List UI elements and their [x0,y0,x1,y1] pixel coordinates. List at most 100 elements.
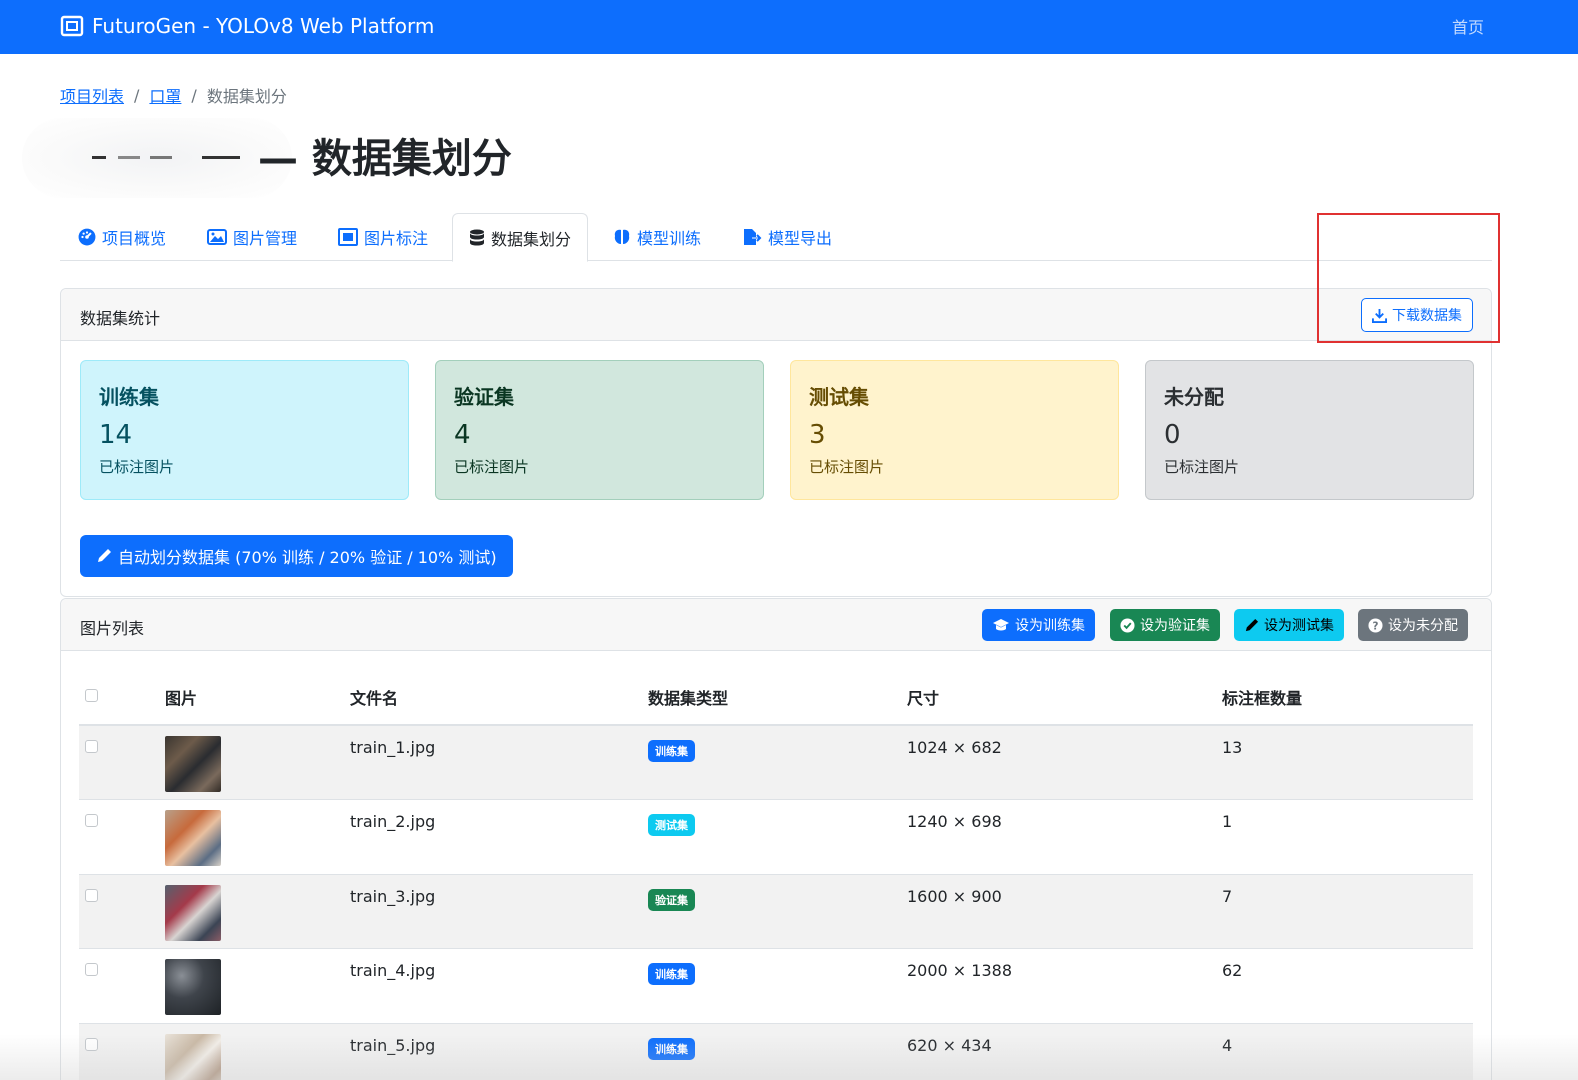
button-label: 设为未分配 [1388,618,1458,634]
dataset-stats-card: 数据集统计 下载数据集 训练集 14 已标注图片 验证集 4 已标注图片 测试集… [60,288,1492,597]
table-row: train_4.jpg 训练集 2000 × 1388 62 [79,948,1473,1024]
annotation-icon [338,228,358,246]
images-icon [207,229,227,245]
tab-annotation[interactable]: 图片标注 [338,213,428,261]
row-checkbox[interactable] [85,1037,98,1051]
dataset-type-badge: 验证集 [648,888,695,911]
svg-text:?: ? [1373,620,1379,632]
table-header-row: 图片 文件名 数据集类型 尺寸 标注框数量 [79,669,1473,726]
select-all-cell [79,669,159,726]
stat-subtitle: 已标注图片 [99,458,175,476]
tab-model-training[interactable]: 模型训练 [613,213,701,261]
image-frame-icon [60,15,84,37]
database-icon [470,229,484,245]
pencil-icon [98,549,111,562]
stat-count: 14 [99,420,133,450]
image-thumbnail[interactable] [165,959,221,1015]
tab-label: 图片标注 [364,229,429,248]
table-row: train_1.jpg 训练集 1024 × 682 13 [79,725,1473,800]
brand-link[interactable]: FuturoGen - YOLOv8 Web Platform [60,11,434,41]
image-thumbnail[interactable] [165,1033,221,1080]
dataset-type-badge: 训练集 [648,1037,695,1060]
stat-title: 验证集 [454,385,514,409]
row-checkbox[interactable] [85,963,98,976]
dashboard-icon [78,228,96,246]
row-checkbox[interactable] [85,814,98,827]
tab-model-export[interactable]: 模型导出 [742,213,832,261]
column-header: 尺寸 [901,669,1216,726]
size-cell: 1600 × 900 [901,874,1216,949]
row-checkbox[interactable] [85,888,98,902]
image-thumbnail[interactable] [165,736,221,792]
size-cell: 1024 × 682 [901,725,1216,800]
table-row: train_2.jpg 测试集 1240 × 698 1 [79,799,1473,875]
tab-label: 数据集划分 [491,229,572,249]
tab-overview[interactable]: 项目概览 [78,213,166,261]
dataset-type-badge: 测试集 [648,814,695,836]
brand-text: FuturoGen - YOLOv8 Web Platform [92,14,435,38]
brain-icon [614,229,630,244]
column-header: 数据集类型 [642,669,901,726]
filename-cell: train_4.jpg [344,948,642,1024]
stat-train: 训练集 14 已标注图片 [80,360,409,500]
tab-label: 项目概览 [102,229,167,248]
box-count-cell: 4 [1216,1023,1473,1080]
top-navbar: FuturoGen - YOLOv8 Web Platform 首页 [0,0,1578,54]
tab-label: 模型训练 [637,229,702,248]
card-header: 数据集统计 下载数据集 [61,289,1491,341]
button-label: 设为测试集 [1264,618,1334,634]
breadcrumb-current: 数据集划分 [206,87,287,106]
stat-unassigned: 未分配 0 已标注图片 [1145,360,1474,500]
dataset-type-badge: 训练集 [648,963,695,985]
dataset-type-badge: 训练集 [648,740,695,762]
auto-split-button[interactable]: 自动划分数据集 (70% 训练 / 20% 验证 / 10% 测试) [80,535,513,577]
image-thumbnail[interactable] [165,884,221,941]
stat-title: 未分配 [1164,385,1224,409]
table-row: train_5.jpg 训练集 620 × 434 4 [79,1023,1473,1080]
size-cell: 620 × 434 [901,1023,1216,1080]
image-table: 图片 文件名 数据集类型 尺寸 标注框数量 train_1.jpg 训练集 10… [79,669,1473,1080]
stat-count: 3 [809,420,826,450]
table-row: train_3.jpg 验证集 1600 × 900 7 [79,874,1473,949]
filename-cell: train_3.jpg [344,874,642,949]
size-cell: 2000 × 1388 [901,948,1216,1024]
box-count-cell: 62 [1216,948,1473,1024]
column-header: 标注框数量 [1216,669,1473,726]
tab-label: 图片管理 [233,229,298,248]
card-title: 数据集统计 [80,309,161,328]
stat-test: 测试集 3 已标注图片 [790,360,1119,500]
column-header: 文件名 [344,669,642,726]
auto-split-label: 自动划分数据集 (70% 训练 / 20% 验证 / 10% 测试) [118,548,497,567]
tab-images[interactable]: 图片管理 [207,213,297,261]
breadcrumb-project[interactable]: 口罩 [149,83,181,107]
tab-dataset-split[interactable]: 数据集划分 [452,213,589,262]
card-header: 图片列表 设为训练集 设为验证集 设为测试集 ? 设为未分配 [61,599,1491,651]
set-test-button[interactable]: 设为测试集 [1234,609,1344,641]
question-circle-icon: ? [1368,617,1383,633]
project-tabs: 项目概览 图片管理 图片标注 数据集划分 模型训练 模型导出 [60,213,1492,262]
card-title: 图片列表 [80,619,145,638]
box-count-cell: 13 [1216,725,1473,800]
set-unassigned-button[interactable]: ? 设为未分配 [1358,609,1468,641]
size-cell: 1240 × 698 [901,799,1216,875]
breadcrumb-project-list[interactable]: 项目列表 [60,83,124,107]
select-all-checkbox[interactable] [85,689,98,702]
filename-cell: train_1.jpg [344,725,642,800]
stat-validation: 验证集 4 已标注图片 [435,360,764,500]
breadcrumb-separator: / [191,85,197,105]
stat-subtitle: 已标注图片 [809,458,885,476]
button-label: 设为训练集 [1015,618,1085,634]
box-count-cell: 7 [1216,874,1473,949]
set-train-button[interactable]: 设为训练集 [982,609,1095,641]
set-validation-button[interactable]: 设为验证集 [1110,609,1220,641]
nav-home-link[interactable]: 首页 [1452,14,1484,38]
page-title: — 数据集划分 [258,136,512,182]
stat-count: 4 [454,420,471,450]
stat-subtitle: 已标注图片 [1164,458,1240,476]
image-thumbnail[interactable] [165,810,221,866]
graduation-cap-icon [993,619,1009,631]
tab-label: 模型导出 [768,229,833,248]
blurred-project-name [22,118,292,198]
stat-count: 0 [1164,420,1181,450]
row-checkbox[interactable] [85,740,98,753]
